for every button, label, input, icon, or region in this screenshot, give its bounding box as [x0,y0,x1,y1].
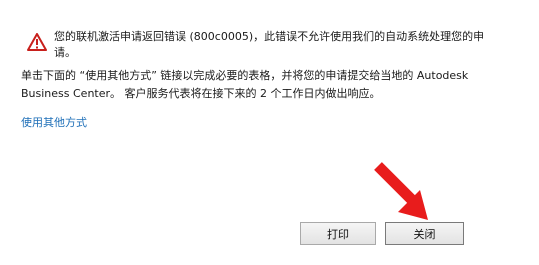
error-message-line-1: 您的联机激活申请返回错误 (800c0005)，此错误不允许使用我们的自动系统处… [54,30,485,43]
red-arrow-annotation-icon [374,162,428,220]
error-message-line-2: 请。 [54,46,76,59]
close-button[interactable]: 关闭 [385,222,464,245]
instruction-line-2: Business Center。 客户服务代表将在接下来的 2 个工作日内做出响… [21,87,381,100]
warning-icon [27,33,47,51]
use-other-method-link[interactable]: 使用其他方式 [21,116,87,130]
instruction-line-1: 单击下面的 “使用其他方式” 链接以完成必要的表格，并将您的申请提交给当地的 A… [21,69,469,82]
print-button[interactable]: 打印 [300,222,376,245]
activation-error-dialog: 您的联机激活申请返回错误 (800c0005)，此错误不允许使用我们的自动系统处… [0,0,539,265]
